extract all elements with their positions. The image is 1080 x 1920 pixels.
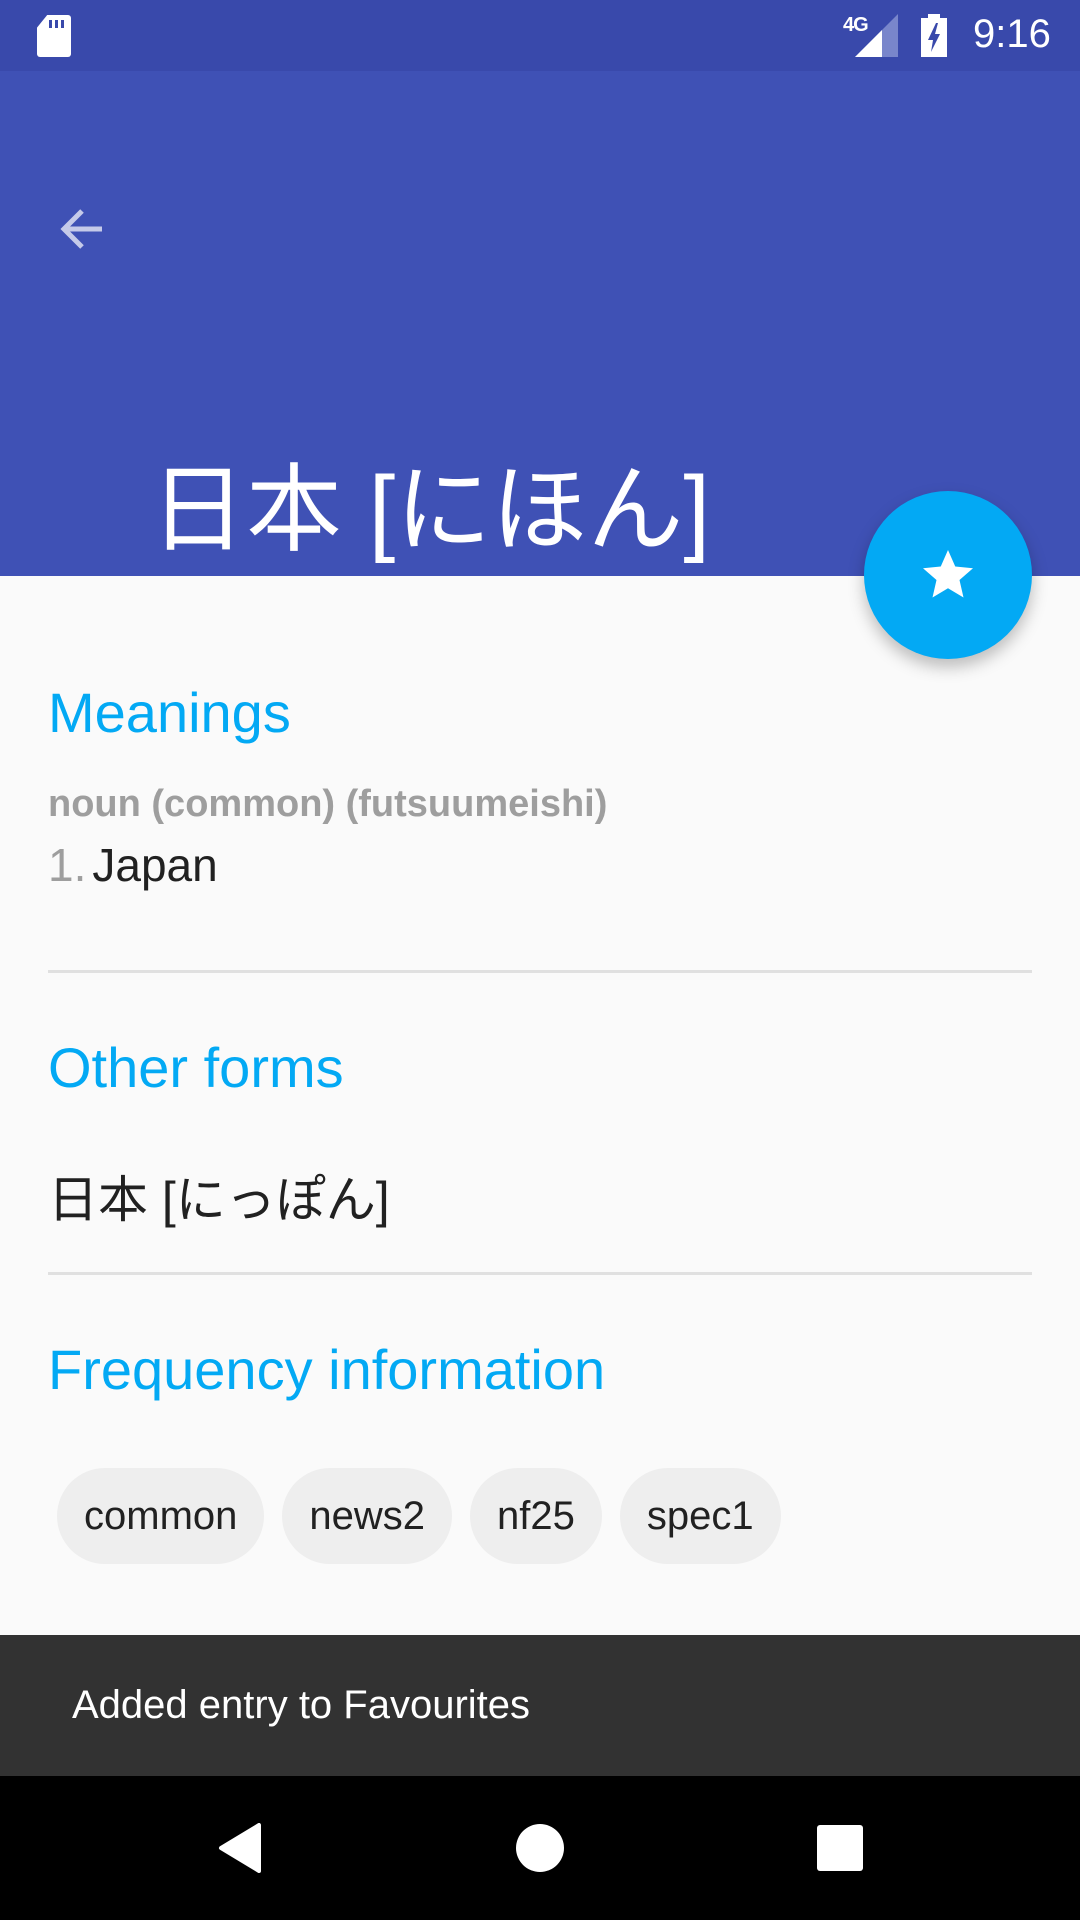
nav-recents-button[interactable]	[800, 1808, 880, 1888]
square-recents-icon	[817, 1825, 863, 1871]
arrow-left-icon	[60, 209, 102, 249]
frequency-tag: spec1	[619, 1468, 781, 1564]
entry-title: 日本 [にほん]	[150, 457, 711, 564]
back-button[interactable]	[44, 191, 124, 271]
circle-home-icon	[516, 1824, 564, 1872]
meaning-number: 1.	[48, 839, 87, 891]
clock: 9:16	[973, 12, 1051, 56]
frequency-tags: common news2 nf25 spec1	[57, 1468, 781, 1564]
snackbar: Added entry to Favourites	[0, 1635, 1080, 1776]
divider	[48, 1272, 1032, 1275]
favourite-button[interactable]	[864, 491, 1032, 659]
status-bar: 4G 9:16	[0, 0, 1080, 71]
frequency-tag: news2	[282, 1468, 453, 1564]
meaning-text: Japan	[92, 839, 218, 891]
other-forms-heading: Other forms	[48, 1036, 344, 1099]
frequency-heading: Frequency information	[48, 1338, 606, 1401]
part-of-speech: noun (common) (futsuumeishi)	[48, 783, 608, 825]
meaning-item: 1. Japan	[48, 838, 218, 892]
nav-back-button[interactable]	[200, 1808, 280, 1888]
frequency-tag: nf25	[470, 1468, 602, 1564]
signal-icon	[855, 14, 898, 57]
triangle-back-icon	[219, 1823, 261, 1873]
divider	[48, 970, 1032, 973]
star-icon	[923, 550, 973, 598]
nav-home-button[interactable]	[500, 1808, 580, 1888]
frequency-tag: common	[57, 1468, 265, 1564]
meanings-heading: Meanings	[48, 681, 291, 744]
snackbar-message: Added entry to Favourites	[72, 1683, 531, 1727]
sd-card-icon	[37, 15, 71, 57]
other-form-item: 日本 [にっぽん]	[48, 1172, 390, 1228]
battery-charging-icon	[921, 14, 947, 57]
navigation-bar	[0, 1776, 1080, 1920]
